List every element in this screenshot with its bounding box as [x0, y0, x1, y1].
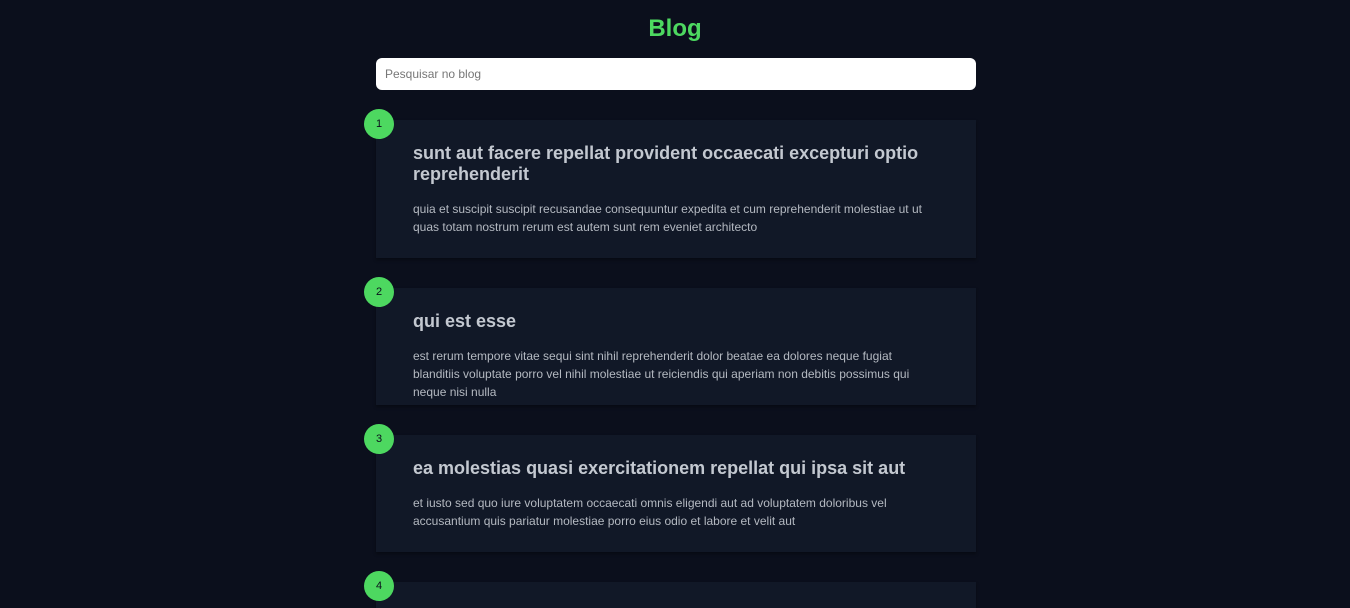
- post-card[interactable]: [376, 582, 976, 608]
- post-title[interactable]: qui est esse: [413, 311, 939, 332]
- post-number-badge: 1: [364, 109, 394, 139]
- post-number-badge: 3: [364, 424, 394, 454]
- post-title[interactable]: ea molestias quasi exercitationem repell…: [413, 458, 939, 479]
- post-card[interactable]: ea molestias quasi exercitationem repell…: [376, 435, 976, 552]
- post-number-badge: 4: [364, 571, 394, 601]
- post-card[interactable]: qui est esse est rerum tempore vitae seq…: [376, 288, 976, 405]
- search-input[interactable]: [376, 58, 976, 90]
- post-body: et iusto sed quo iure voluptatem occaeca…: [413, 496, 887, 528]
- post-card[interactable]: sunt aut facere repellat provident occae…: [376, 120, 976, 258]
- page-title: Blog: [648, 15, 702, 42]
- post-body: quia et suscipit suscipit recusandae con…: [413, 202, 922, 234]
- post-number-badge: 2: [364, 277, 394, 307]
- post-title[interactable]: sunt aut facere repellat provident occae…: [413, 143, 939, 185]
- post-body: est rerum tempore vitae sequi sint nihil…: [413, 349, 910, 399]
- blog-page: Blog sunt aut facere repellat provident …: [0, 0, 1350, 608]
